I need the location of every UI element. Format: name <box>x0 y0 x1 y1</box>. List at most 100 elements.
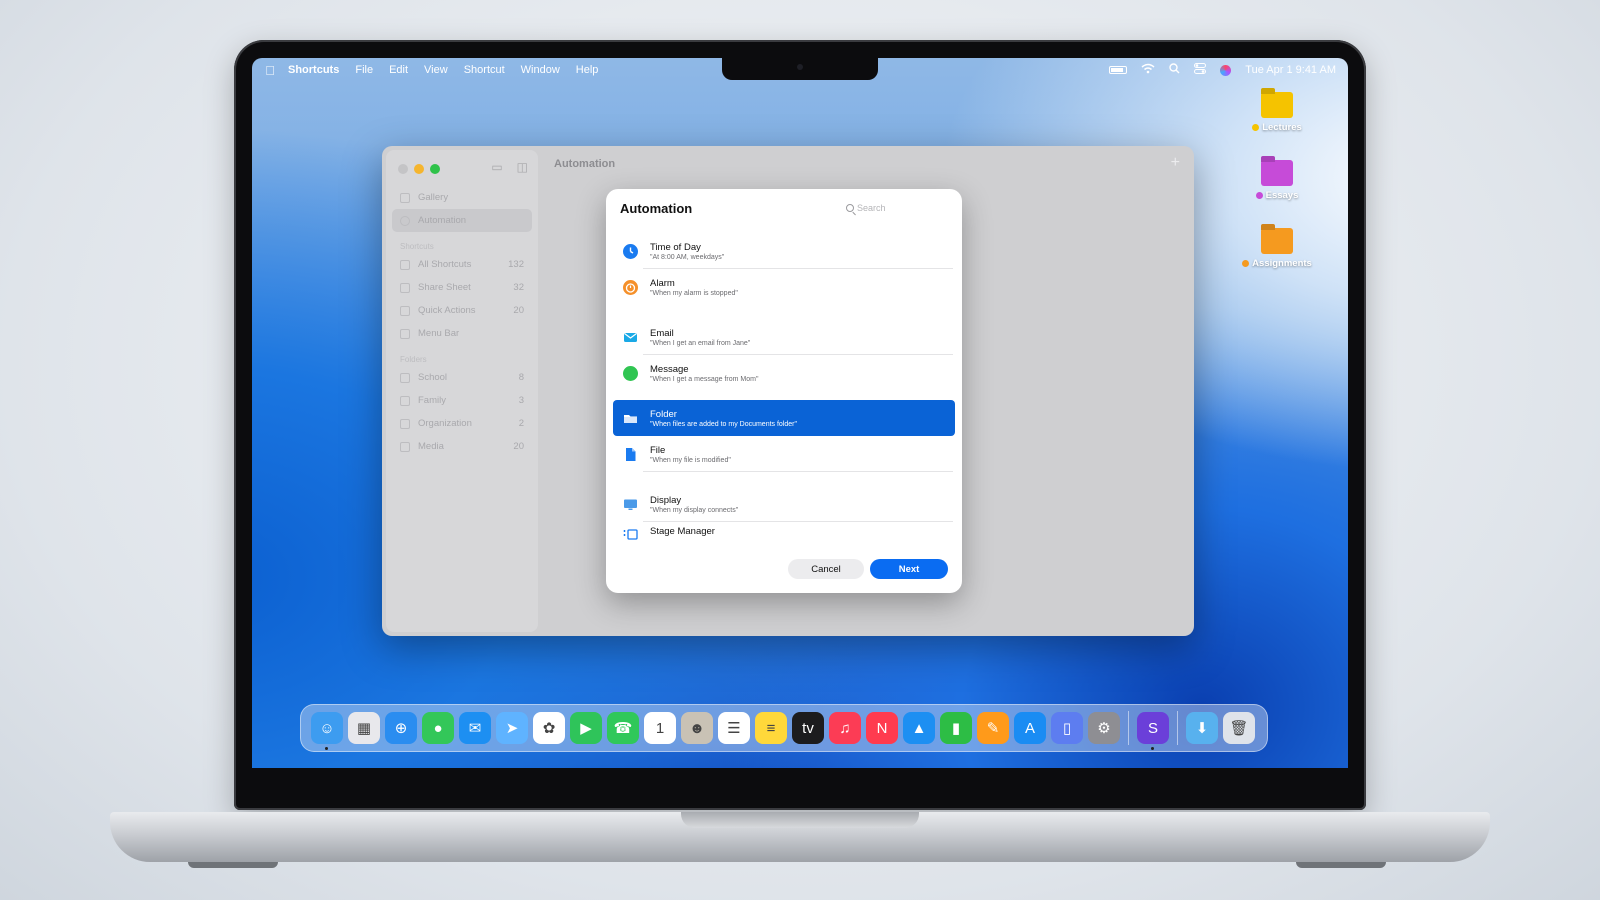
contacts-icon[interactable]: ☻ <box>681 712 713 744</box>
alarm-icon <box>623 279 638 295</box>
reminders-icon[interactable]: ☰ <box>718 712 750 744</box>
phone-icon[interactable]: ☎ <box>607 712 639 744</box>
sidebar-item-all-shortcuts[interactable]: All Shortcuts 132 <box>392 253 532 276</box>
sidebar-item-organization[interactable]: Organization 2 <box>392 412 532 435</box>
music-icon[interactable]: ♫ <box>829 712 861 744</box>
grid-icon <box>400 259 410 270</box>
battery-icon[interactable] <box>1109 66 1128 74</box>
folder-icon <box>400 441 410 452</box>
sidebar-item-school[interactable]: School 8 <box>392 366 532 389</box>
mail-app-icon[interactable]: ✉ <box>459 712 491 744</box>
running-indicator <box>1151 747 1154 750</box>
list-item-alarm[interactable]: Alarm "When my alarm is stopped" <box>613 269 955 305</box>
apple-menu-icon[interactable]:  <box>252 63 288 78</box>
item-description: "At 8:00 AM, weekdays" <box>650 253 725 261</box>
numbers-icon[interactable]: ▮ <box>940 712 972 744</box>
sidebar-item-count: 2 <box>518 418 524 429</box>
search-icon <box>846 204 854 212</box>
maps-icon[interactable]: ➤ <box>496 712 528 744</box>
sidebar-section-shortcuts: Shortcuts <box>400 242 434 251</box>
camera-notch <box>722 58 878 80</box>
tv-icon[interactable]: tv <box>792 712 824 744</box>
desktop-screen:  Shortcuts File Edit View Shortcut Wind… <box>252 58 1348 768</box>
tag-dot <box>1242 259 1250 267</box>
desktop-folder-essays[interactable]: Essays <box>1232 160 1322 201</box>
display-icon <box>623 497 638 512</box>
folder-icon <box>400 372 410 383</box>
sidebar-section-folders: Folders <box>400 355 427 364</box>
menu-edit[interactable]: Edit <box>389 64 408 76</box>
search-input[interactable]: Search <box>840 198 950 218</box>
siri-icon[interactable] <box>1220 64 1232 76</box>
sidebar-item-share-sheet[interactable]: Share Sheet 32 <box>392 276 532 299</box>
menu-file[interactable]: File <box>355 64 373 76</box>
sidebar: ▭ ◫ Gallery Automation Shortcuts All Sho… <box>386 150 538 632</box>
close-button[interactable] <box>398 164 408 174</box>
menubar-clock[interactable]: Tue Apr 1 9:41 AM <box>1245 64 1336 76</box>
sidebar-toolbar: ▭ ◫ <box>491 160 528 174</box>
sidebar-item-count: 3 <box>518 395 524 406</box>
list-item-email[interactable]: Email "When I get an email from Jane" <box>613 319 955 355</box>
sidebar-item-menu-bar[interactable]: Menu Bar <box>392 322 532 345</box>
menu-window[interactable]: Window <box>521 64 560 76</box>
pages-icon[interactable]: ✎ <box>977 712 1009 744</box>
iphone-mirroring-icon[interactable]: ▯ <box>1051 712 1083 744</box>
item-description: "When my display connects" <box>650 506 739 514</box>
item-name: Display <box>650 494 682 506</box>
sidebar-item-count: 20 <box>513 305 524 316</box>
list-item-folder[interactable]: Folder "When files are added to my Docume… <box>613 400 955 436</box>
cancel-button[interactable]: Cancel <box>788 559 864 579</box>
item-description: "When files are added to my Documents fo… <box>650 420 797 428</box>
new-folder-icon[interactable]: ▭ <box>491 160 502 174</box>
dialog-title: Automation <box>620 201 693 216</box>
notes-icon[interactable]: ≡ <box>755 712 787 744</box>
sidebar-item-gallery[interactable]: Gallery <box>392 186 532 209</box>
menu-shortcut[interactable]: Shortcut <box>464 64 505 76</box>
dock-separator <box>1128 711 1129 745</box>
gear-icon <box>400 305 410 316</box>
sidebar-item-label: Quick Actions <box>418 305 476 316</box>
window-title: Automation <box>554 158 616 170</box>
sidebar-item-automation[interactable]: Automation <box>392 209 532 232</box>
spotlight-search-icon[interactable] <box>1169 63 1180 77</box>
zoom-button[interactable] <box>430 164 440 174</box>
finder-icon[interactable]: ☺ <box>311 712 343 750</box>
safari-icon[interactable]: ⊕ <box>385 712 417 744</box>
list-item-file[interactable]: File "When my file is modified" <box>613 436 955 472</box>
system-settings-icon[interactable]: ⚙ <box>1088 712 1120 744</box>
messages-icon[interactable]: ● <box>422 712 454 744</box>
trash-icon[interactable]: 🗑 <box>1223 712 1255 744</box>
sidebar-toggle-icon[interactable]: ◫ <box>517 160 528 174</box>
control-center-icon[interactable] <box>1194 63 1207 77</box>
menu-help[interactable]: Help <box>576 64 599 76</box>
divider <box>643 471 953 472</box>
facetime-icon[interactable]: ▶ <box>570 712 602 744</box>
downloads-folder-icon[interactable]: ⬇ <box>1186 712 1218 744</box>
app-store-icon[interactable]: A <box>1014 712 1046 744</box>
list-item-display[interactable]: Display "When my display connects" <box>613 486 955 522</box>
screen-bezel-bottom <box>252 768 1348 798</box>
sidebar-item-family[interactable]: Family 3 <box>392 389 532 412</box>
list-item-time-of-day[interactable]: Time of Day "At 8:00 AM, weekdays" <box>613 233 955 269</box>
sidebar-item-media[interactable]: Media 20 <box>392 435 532 458</box>
list-item-message[interactable]: Message "When I get a message from Mom" <box>613 355 955 391</box>
calendar-icon[interactable]: 1 <box>644 712 676 744</box>
shortcuts-app-icon[interactable]: S <box>1137 712 1169 750</box>
news-icon[interactable]: N <box>866 712 898 744</box>
sidebar-item-label: Gallery <box>418 192 449 203</box>
app-menu[interactable]: Shortcuts <box>288 64 339 76</box>
minimize-button[interactable] <box>414 164 424 174</box>
desktop-folder-lectures[interactable]: Lectures <box>1232 92 1322 133</box>
menu-view[interactable]: View <box>424 64 448 76</box>
next-button[interactable]: Next <box>870 559 948 579</box>
list-item-stage-manager[interactable]: Stage Manager <box>613 522 955 545</box>
keynote-icon[interactable]: ▲ <box>903 712 935 744</box>
launchpad-icon[interactable]: ▦ <box>348 712 380 744</box>
trigger-list: Time of Day "At 8:00 AM, weekdays" Alarm "… <box>613 233 955 545</box>
add-icon[interactable]: + <box>1171 154 1180 172</box>
sidebar-item-quick-actions[interactable]: Quick Actions 20 <box>392 299 532 322</box>
photos-icon[interactable]: ✿ <box>533 712 565 744</box>
wifi-icon[interactable] <box>1141 63 1155 77</box>
sidebar-item-label: School <box>418 372 448 383</box>
desktop-folder-assignments[interactable]: Assignments <box>1232 228 1322 269</box>
